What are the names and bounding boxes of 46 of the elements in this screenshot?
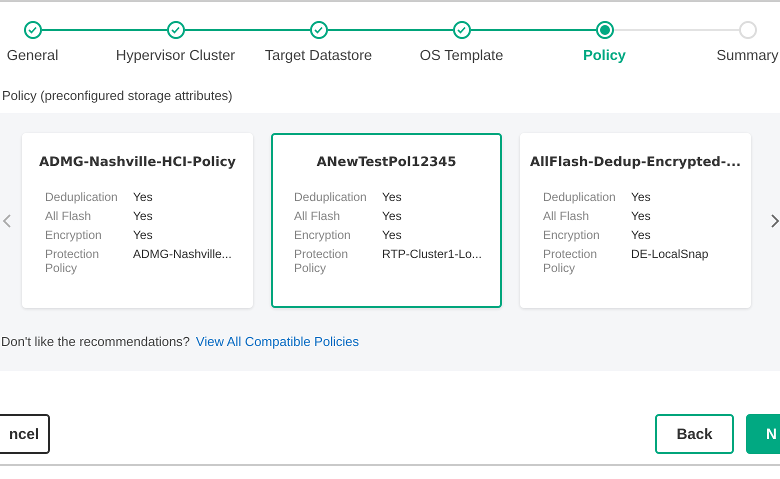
attribute-label: Encryption <box>45 228 103 242</box>
attribute-value: Yes <box>631 209 652 225</box>
check-icon <box>457 26 466 34</box>
attribute-value: DE-LocalSnap <box>631 247 710 263</box>
recommendation-text: Don't like the recommendations? <box>1 334 190 349</box>
step-label: General <box>6 48 58 64</box>
policy-name: ADMG-Nashville-HCI-Policy <box>38 155 237 170</box>
attribute-label: All Flash <box>45 209 92 223</box>
policy-card[interactable]: AllFlash-Dedup-Encrypted-... Deduplication Yes All Flash Yes Encryption Yes Protection Policy DE-LocalSnap <box>520 133 751 308</box>
policy-card[interactable]: ADMG-Nashville-HCI-Policy Deduplication Yes All Flash Yes Encryption Yes Protection Policy ADMG-Nashville... <box>22 133 253 308</box>
step-label: Policy <box>583 48 626 64</box>
attribute-value: ADMG-Nashville... <box>133 247 233 263</box>
attribute-value: Yes <box>133 190 154 206</box>
step-label: OS Template <box>420 48 504 64</box>
attribute-value: Yes <box>631 228 652 244</box>
policy-card[interactable]: ANewTestPol12345 Deduplication Yes All Flash Yes Encryption Yes Protection Policy RTP-Cluster1-Lo... <box>271 133 502 308</box>
attribute-label: All Flash <box>294 209 342 223</box>
policy-name: ANewTestPol12345 <box>316 155 458 170</box>
attribute-value: Yes <box>382 228 403 244</box>
attribute-value: Yes <box>133 209 154 225</box>
attribute-label: All Flash <box>543 209 590 223</box>
attribute-value: Yes <box>382 190 403 206</box>
attribute-label: Protection Policy <box>543 247 598 275</box>
attribute-label: Protection Policy <box>45 247 100 275</box>
check-icon <box>171 26 180 34</box>
attribute-label: Deduplication <box>45 190 115 204</box>
cancel-button[interactable]: ncel <box>0 414 50 454</box>
attribute-label: Deduplication <box>294 190 364 204</box>
policy-name: AllFlash-Dedup-Encrypted-... <box>529 155 742 170</box>
back-button[interactable]: Back <box>655 414 734 454</box>
attribute-label: Encryption <box>543 228 601 242</box>
step-label: Target Datastore <box>264 48 372 64</box>
section-title: Policy (preconfigured storage attributes) <box>2 88 234 103</box>
attribute-label: Encryption <box>294 228 352 242</box>
attribute-label: Protection Policy <box>294 247 350 275</box>
check-icon <box>28 26 37 34</box>
attribute-label: Deduplication <box>543 190 613 204</box>
view-policies-link[interactable]: View All Compatible Policies <box>196 334 359 349</box>
attribute-value: RTP-Cluster1-Lo... <box>382 247 483 263</box>
attribute-value: Yes <box>133 228 154 244</box>
step-label: Hypervisor Cluster <box>116 48 236 64</box>
attribute-value: Yes <box>631 190 652 206</box>
attribute-value: Yes <box>382 209 403 225</box>
chevron-right-icon[interactable] <box>770 214 780 228</box>
step-label: Summary <box>716 48 779 64</box>
check-icon <box>314 26 323 34</box>
